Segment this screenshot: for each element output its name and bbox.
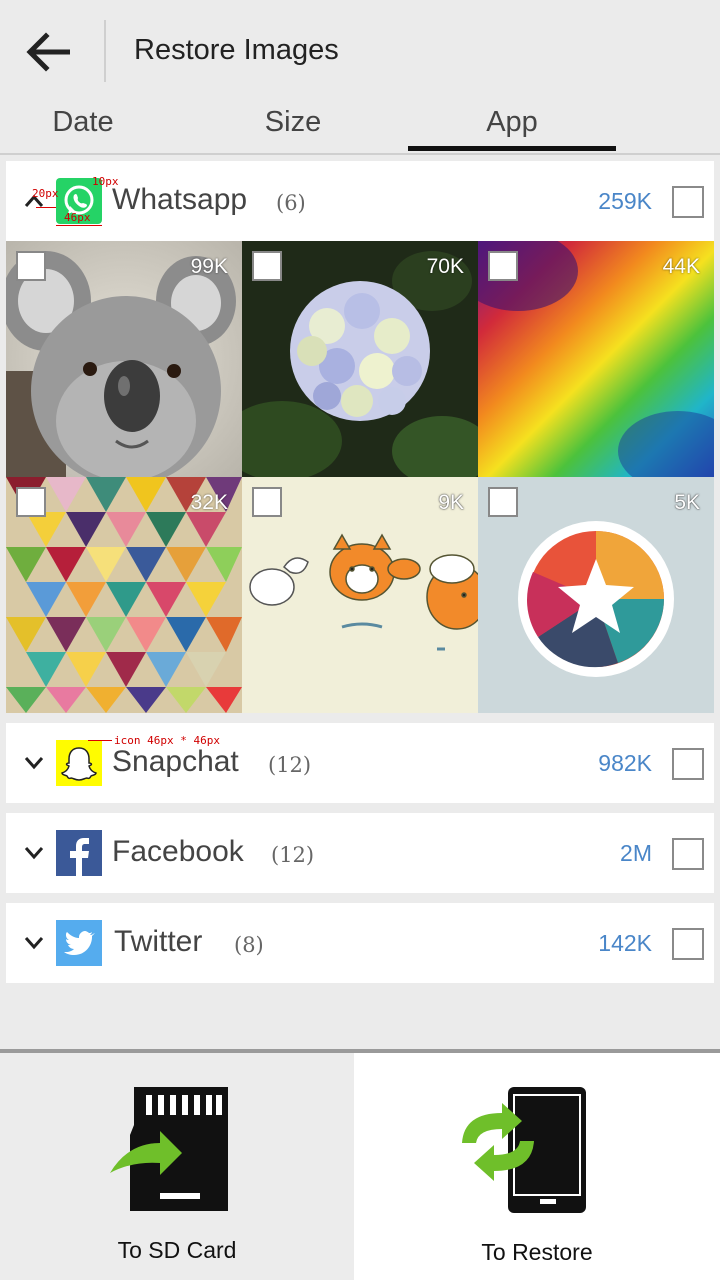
group-snapchat: Snapchat (12) 982K icon 46px * 46px bbox=[6, 723, 714, 803]
annotation-line bbox=[56, 225, 102, 226]
facebook-icon bbox=[56, 830, 102, 876]
header-divider bbox=[104, 20, 106, 82]
image-checkbox[interactable] bbox=[252, 487, 282, 517]
chevron-down-icon[interactable] bbox=[18, 747, 50, 779]
header: Restore Images bbox=[0, 0, 720, 100]
app-name-twitter: Twitter bbox=[114, 925, 203, 958]
group-twitter: Twitter (8) 142K bbox=[6, 903, 714, 983]
image-size-label: 9K bbox=[438, 491, 464, 514]
image-thumb-triangles[interactable]: 32K bbox=[6, 477, 242, 713]
tab-app[interactable]: App bbox=[408, 106, 616, 150]
to-sd-card-button[interactable]: To SD Card bbox=[0, 1053, 354, 1280]
image-checkbox[interactable] bbox=[488, 487, 518, 517]
group-header-whatsapp[interactable]: Whatsapp (6) 259K 20px 10px 46px bbox=[6, 161, 714, 241]
tab-date[interactable]: Date bbox=[0, 106, 166, 150]
annotation-label: 20px bbox=[32, 187, 59, 200]
image-checkbox[interactable] bbox=[16, 487, 46, 517]
image-thumb-fox[interactable]: 9K bbox=[242, 477, 478, 713]
arrow-left-icon bbox=[26, 32, 70, 72]
chevron-down-icon[interactable] bbox=[18, 927, 50, 959]
image-size-label: 32K bbox=[190, 491, 228, 514]
image-checkbox[interactable] bbox=[252, 251, 282, 281]
group-header-snapchat[interactable]: Snapchat (12) 982K icon 46px * 46px bbox=[6, 723, 714, 803]
app-name-facebook: Facebook bbox=[112, 835, 244, 868]
annotation-label: icon 46px * 46px bbox=[114, 734, 220, 747]
annotation-label: 10px bbox=[92, 175, 119, 188]
image-thumb-koala[interactable]: 99K bbox=[6, 241, 242, 477]
group-facebook: Facebook (12) 2M bbox=[6, 813, 714, 893]
bottom-action-bar: To SD Card To Restore bbox=[0, 1049, 720, 1280]
size-facebook: 2M bbox=[620, 840, 652, 866]
sd-card-icon bbox=[110, 1087, 228, 1211]
snapchat-icon bbox=[56, 740, 102, 786]
app-name-whatsapp: Whatsapp bbox=[112, 183, 248, 216]
active-tab-indicator bbox=[408, 146, 616, 151]
count-facebook: (12) bbox=[271, 843, 315, 867]
image-size-label: 44K bbox=[662, 255, 700, 278]
twitter-icon bbox=[56, 920, 102, 966]
image-size-label: 70K bbox=[426, 255, 464, 278]
count-snapchat: (12) bbox=[268, 753, 312, 777]
size-twitter: 142K bbox=[598, 930, 652, 956]
tab-size[interactable]: Size bbox=[190, 106, 396, 150]
checkbox-facebook[interactable] bbox=[672, 838, 704, 870]
image-thumb-star-logo[interactable]: 5K bbox=[478, 477, 714, 713]
back-button[interactable] bbox=[18, 26, 78, 78]
annotation-label: 46px bbox=[64, 211, 91, 224]
group-header-facebook[interactable]: Facebook (12) 2M bbox=[6, 813, 714, 893]
image-checkbox[interactable] bbox=[488, 251, 518, 281]
to-sd-card-label: To SD Card bbox=[117, 1237, 237, 1263]
image-checkbox[interactable] bbox=[16, 251, 46, 281]
tab-bar: Date Size App bbox=[0, 100, 720, 155]
annotation-line bbox=[36, 207, 56, 208]
chevron-down-icon[interactable] bbox=[18, 837, 50, 869]
image-size-label: 99K bbox=[190, 255, 228, 278]
count-whatsapp: (6) bbox=[276, 191, 306, 215]
annotation-line bbox=[88, 740, 112, 741]
size-snapchat: 982K bbox=[598, 750, 652, 776]
phone-restore-icon bbox=[462, 1087, 586, 1213]
app-name-snapchat: Snapchat bbox=[112, 745, 239, 778]
image-thumb-rainbow[interactable]: 44K bbox=[478, 241, 714, 477]
checkbox-whatsapp[interactable] bbox=[672, 186, 704, 218]
image-grid: 99K 70K 44K 32K 9K 5K bbox=[6, 241, 714, 713]
to-restore-button[interactable]: To Restore bbox=[354, 1053, 720, 1280]
page-title: Restore Images bbox=[134, 34, 339, 66]
size-whatsapp: 259K bbox=[598, 188, 652, 214]
group-header-twitter[interactable]: Twitter (8) 142K bbox=[6, 903, 714, 983]
image-size-label: 5K bbox=[674, 491, 700, 514]
checkbox-snapchat[interactable] bbox=[672, 748, 704, 780]
group-whatsapp: Whatsapp (6) 259K 20px 10px 46px 99K 70K… bbox=[6, 161, 714, 713]
checkbox-twitter[interactable] bbox=[672, 928, 704, 960]
to-restore-label: To Restore bbox=[481, 1239, 593, 1265]
image-thumb-hydrangea[interactable]: 70K bbox=[242, 241, 478, 477]
count-twitter: (8) bbox=[234, 933, 264, 957]
